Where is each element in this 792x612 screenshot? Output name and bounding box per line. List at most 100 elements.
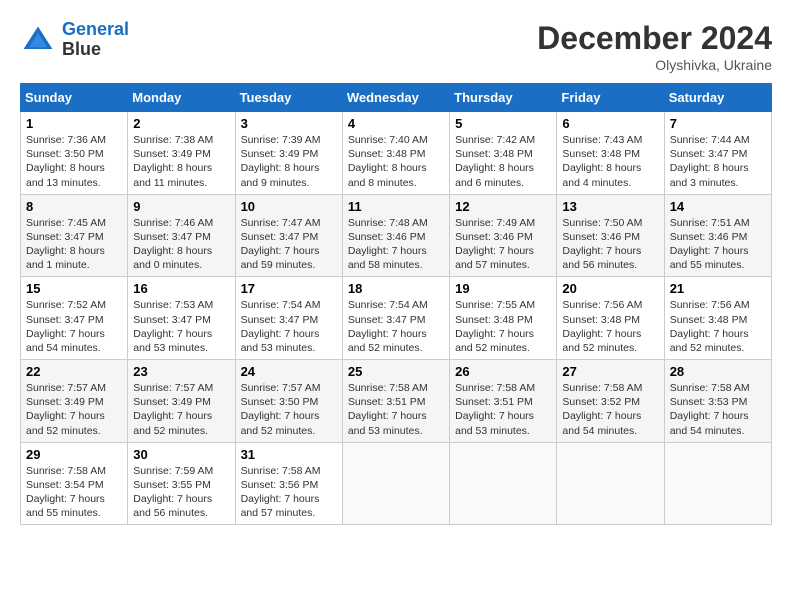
calendar-cell: 4Sunrise: 7:40 AM Sunset: 3:48 PM Daylig… bbox=[342, 112, 449, 195]
title-block: December 2024 Olyshivka, Ukraine bbox=[537, 20, 772, 73]
day-number: 8 bbox=[26, 199, 122, 214]
day-number: 5 bbox=[455, 116, 551, 131]
calendar-cell: 17Sunrise: 7:54 AM Sunset: 3:47 PM Dayli… bbox=[235, 277, 342, 360]
day-number: 27 bbox=[562, 364, 658, 379]
calendar-cell: 2 Sunrise: 7:38 AM Sunset: 3:49 PM Daylig… bbox=[128, 112, 235, 195]
calendar-cell: 5Sunrise: 7:42 AM Sunset: 3:48 PM Daylig… bbox=[450, 112, 557, 195]
day-number: 2 bbox=[133, 116, 229, 131]
calendar-table: SundayMondayTuesdayWednesdayThursdayFrid… bbox=[20, 83, 772, 525]
calendar-cell: 26 Sunrise: 7:58 AM Sunset: 3:51 PM Dayli… bbox=[450, 360, 557, 443]
calendar-cell bbox=[342, 442, 449, 525]
calendar-cell: 29 Sunrise: 7:58 AM Sunset: 3:54 PM Dayli… bbox=[21, 442, 128, 525]
day-number: 3 bbox=[241, 116, 337, 131]
day-number: 22 bbox=[26, 364, 122, 379]
logo: General Blue bbox=[20, 20, 129, 60]
day-info: Sunrise: 7:44 AM Sunset: 3:47 PM Dayligh… bbox=[670, 133, 766, 190]
day-info: Sunrise: 7:58 AM Sunset: 3:51 PM Dayligh… bbox=[455, 381, 551, 438]
day-info: Sunrise: 7:40 AM Sunset: 3:48 PM Dayligh… bbox=[348, 133, 444, 190]
day-info: Sunrise: 7:57 AM Sunset: 3:49 PM Dayligh… bbox=[26, 381, 122, 438]
day-info: Sunrise: 7:58 AM Sunset: 3:51 PM Dayligh… bbox=[348, 381, 444, 438]
calendar-cell: 3 Sunrise: 7:39 AM Sunset: 3:49 PM Daylig… bbox=[235, 112, 342, 195]
calendar-cell: 18 Sunrise: 7:54 AM Sunset: 3:47 PM Dayli… bbox=[342, 277, 449, 360]
day-info: Sunrise: 7:58 AM Sunset: 3:52 PM Dayligh… bbox=[562, 381, 658, 438]
day-info: Sunrise: 7:55 AM Sunset: 3:48 PM Dayligh… bbox=[455, 298, 551, 355]
day-number: 26 bbox=[455, 364, 551, 379]
day-number: 11 bbox=[348, 199, 444, 214]
calendar-cell: 16Sunrise: 7:53 AM Sunset: 3:47 PM Dayli… bbox=[128, 277, 235, 360]
day-number: 15 bbox=[26, 281, 122, 296]
day-info: Sunrise: 7:46 AM Sunset: 3:47 PM Dayligh… bbox=[133, 216, 229, 273]
calendar-cell: 24 Sunrise: 7:57 AM Sunset: 3:50 PM Dayli… bbox=[235, 360, 342, 443]
logo-icon bbox=[20, 22, 56, 58]
week-row-5: 29 Sunrise: 7:58 AM Sunset: 3:54 PM Dayli… bbox=[21, 442, 772, 525]
day-info: Sunrise: 7:50 AM Sunset: 3:46 PM Dayligh… bbox=[562, 216, 658, 273]
calendar-cell: 7 Sunrise: 7:44 AM Sunset: 3:47 PM Daylig… bbox=[664, 112, 771, 195]
day-number: 18 bbox=[348, 281, 444, 296]
weekday-monday: Monday bbox=[128, 84, 235, 112]
calendar-cell: 12Sunrise: 7:49 AM Sunset: 3:46 PM Dayli… bbox=[450, 194, 557, 277]
calendar-cell: 30Sunrise: 7:59 AM Sunset: 3:55 PM Dayli… bbox=[128, 442, 235, 525]
calendar-cell: 13 Sunrise: 7:50 AM Sunset: 3:46 PM Dayli… bbox=[557, 194, 664, 277]
calendar-cell: 14 Sunrise: 7:51 AM Sunset: 3:46 PM Dayli… bbox=[664, 194, 771, 277]
weekday-header-row: SundayMondayTuesdayWednesdayThursdayFrid… bbox=[21, 84, 772, 112]
weekday-tuesday: Tuesday bbox=[235, 84, 342, 112]
calendar-cell bbox=[557, 442, 664, 525]
day-info: Sunrise: 7:57 AM Sunset: 3:50 PM Dayligh… bbox=[241, 381, 337, 438]
day-info: Sunrise: 7:58 AM Sunset: 3:56 PM Dayligh… bbox=[241, 464, 337, 521]
calendar-cell bbox=[664, 442, 771, 525]
day-number: 30 bbox=[133, 447, 229, 462]
day-info: Sunrise: 7:52 AM Sunset: 3:47 PM Dayligh… bbox=[26, 298, 122, 355]
calendar-cell: 28 Sunrise: 7:58 AM Sunset: 3:53 PM Dayli… bbox=[664, 360, 771, 443]
day-info: Sunrise: 7:58 AM Sunset: 3:54 PM Dayligh… bbox=[26, 464, 122, 521]
weekday-wednesday: Wednesday bbox=[342, 84, 449, 112]
day-info: Sunrise: 7:51 AM Sunset: 3:46 PM Dayligh… bbox=[670, 216, 766, 273]
calendar-cell: 21Sunrise: 7:56 AM Sunset: 3:48 PM Dayli… bbox=[664, 277, 771, 360]
week-row-4: 22 Sunrise: 7:57 AM Sunset: 3:49 PM Dayli… bbox=[21, 360, 772, 443]
calendar-cell: 15 Sunrise: 7:52 AM Sunset: 3:47 PM Dayli… bbox=[21, 277, 128, 360]
calendar-cell: 19Sunrise: 7:55 AM Sunset: 3:48 PM Dayli… bbox=[450, 277, 557, 360]
calendar-cell: 6Sunrise: 7:43 AM Sunset: 3:48 PM Daylig… bbox=[557, 112, 664, 195]
weekday-saturday: Saturday bbox=[664, 84, 771, 112]
day-info: Sunrise: 7:57 AM Sunset: 3:49 PM Dayligh… bbox=[133, 381, 229, 438]
calendar-cell: 20 Sunrise: 7:56 AM Sunset: 3:48 PM Dayli… bbox=[557, 277, 664, 360]
page-header: General Blue December 2024 Olyshivka, Uk… bbox=[20, 20, 772, 73]
day-number: 7 bbox=[670, 116, 766, 131]
day-number: 29 bbox=[26, 447, 122, 462]
week-row-2: 8 Sunrise: 7:45 AM Sunset: 3:47 PM Daylig… bbox=[21, 194, 772, 277]
day-number: 25 bbox=[348, 364, 444, 379]
calendar-cell: 22 Sunrise: 7:57 AM Sunset: 3:49 PM Dayli… bbox=[21, 360, 128, 443]
calendar-cell: 25 Sunrise: 7:58 AM Sunset: 3:51 PM Dayli… bbox=[342, 360, 449, 443]
week-row-3: 15 Sunrise: 7:52 AM Sunset: 3:47 PM Dayli… bbox=[21, 277, 772, 360]
day-info: Sunrise: 7:56 AM Sunset: 3:48 PM Dayligh… bbox=[562, 298, 658, 355]
day-number: 28 bbox=[670, 364, 766, 379]
day-info: Sunrise: 7:58 AM Sunset: 3:53 PM Dayligh… bbox=[670, 381, 766, 438]
calendar-cell: 31Sunrise: 7:58 AM Sunset: 3:56 PM Dayli… bbox=[235, 442, 342, 525]
day-info: Sunrise: 7:54 AM Sunset: 3:47 PM Dayligh… bbox=[348, 298, 444, 355]
day-info: Sunrise: 7:39 AM Sunset: 3:49 PM Dayligh… bbox=[241, 133, 337, 190]
day-info: Sunrise: 7:53 AM Sunset: 3:47 PM Dayligh… bbox=[133, 298, 229, 355]
calendar-cell: 23 Sunrise: 7:57 AM Sunset: 3:49 PM Dayli… bbox=[128, 360, 235, 443]
calendar-cell: 10 Sunrise: 7:47 AM Sunset: 3:47 PM Dayli… bbox=[235, 194, 342, 277]
day-info: Sunrise: 7:45 AM Sunset: 3:47 PM Dayligh… bbox=[26, 216, 122, 273]
weekday-thursday: Thursday bbox=[450, 84, 557, 112]
day-number: 10 bbox=[241, 199, 337, 214]
day-number: 1 bbox=[26, 116, 122, 131]
day-number: 9 bbox=[133, 199, 229, 214]
day-number: 12 bbox=[455, 199, 551, 214]
weekday-friday: Friday bbox=[557, 84, 664, 112]
day-info: Sunrise: 7:56 AM Sunset: 3:48 PM Dayligh… bbox=[670, 298, 766, 355]
day-number: 14 bbox=[670, 199, 766, 214]
calendar-cell: 1Sunrise: 7:36 AM Sunset: 3:50 PM Daylig… bbox=[21, 112, 128, 195]
month-title: December 2024 bbox=[537, 20, 772, 57]
weekday-sunday: Sunday bbox=[21, 84, 128, 112]
day-info: Sunrise: 7:48 AM Sunset: 3:46 PM Dayligh… bbox=[348, 216, 444, 273]
calendar-cell: 27 Sunrise: 7:58 AM Sunset: 3:52 PM Dayli… bbox=[557, 360, 664, 443]
calendar-cell bbox=[450, 442, 557, 525]
day-number: 13 bbox=[562, 199, 658, 214]
day-number: 23 bbox=[133, 364, 229, 379]
day-number: 24 bbox=[241, 364, 337, 379]
calendar-cell: 8 Sunrise: 7:45 AM Sunset: 3:47 PM Daylig… bbox=[21, 194, 128, 277]
day-info: Sunrise: 7:38 AM Sunset: 3:49 PM Dayligh… bbox=[133, 133, 229, 190]
day-info: Sunrise: 7:47 AM Sunset: 3:47 PM Dayligh… bbox=[241, 216, 337, 273]
day-number: 20 bbox=[562, 281, 658, 296]
